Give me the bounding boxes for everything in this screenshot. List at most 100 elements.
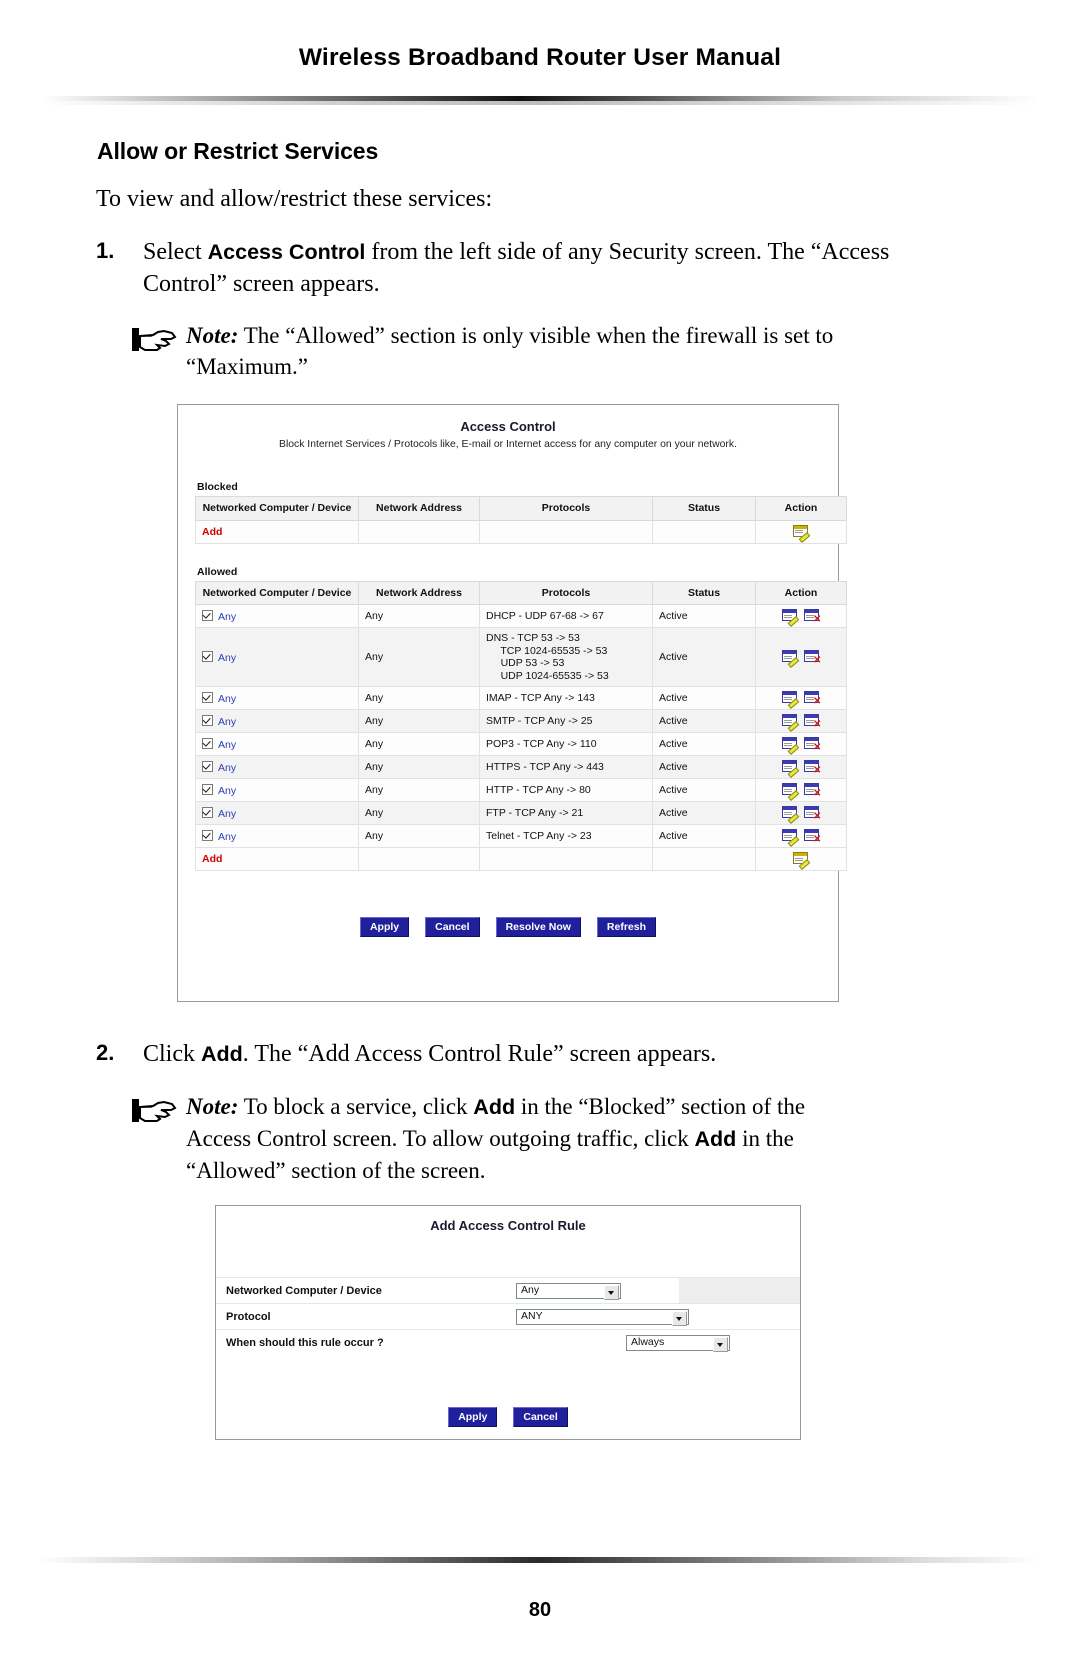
row-status: Active [652,824,756,849]
delete-icon[interactable]: ✕ [804,609,821,625]
cancel-button[interactable]: Cancel [425,917,480,938]
row-device-label: Any [218,807,237,820]
delete-icon[interactable]: ✕ [804,783,821,799]
form-row-device: Networked Computer / Device Any [216,1277,800,1303]
allowed-table-header-row: Networked Computer / Device Network Addr… [195,580,847,605]
note-1-text: The “Allowed” section is only visible wh… [186,323,834,379]
row-checkbox[interactable] [202,737,213,749]
edit-icon[interactable] [782,609,800,627]
allowed-add-row[interactable]: Add [195,847,847,872]
table-row: Any Any POP3 - TCP Any -> 110 Active ✕ [195,732,847,757]
table-row: Any Any SMTP - TCP Any -> 25 Active ✕ [195,709,847,734]
edit-icon[interactable] [782,829,800,848]
edit-icon[interactable] [782,650,800,669]
blocked-add-link[interactable]: Add [202,526,222,538]
step-2-note: Note: To block a service, click Add in t… [186,1091,846,1186]
label-when-should-rule-occur: When should this rule occur ? [226,1336,384,1349]
row-action-cell: ✕ [755,686,847,711]
row-network-address: Any [358,801,480,826]
allowed-add-link[interactable]: Add [202,853,222,865]
row-checkbox[interactable] [202,806,213,818]
delete-icon[interactable]: ✕ [804,829,821,845]
chevron-down-icon[interactable] [604,1284,619,1300]
edit-icon[interactable] [782,783,800,802]
add-rule-icon-allowed[interactable] [793,852,811,871]
row-network-address: Any [358,686,480,711]
row-protocols: SMTP - TCP Any -> 25 [479,709,653,734]
access-control-button-row: Apply Cancel Resolve Now Refresh [178,917,838,938]
blocked-add-protocols [479,519,653,544]
refresh-button[interactable]: Refresh [596,917,657,938]
table-row: Any Any Telnet - TCP Any -> 23 Active ✕ [195,824,847,849]
step-2-text: Click Add. The “Add Access Control Rule”… [143,1039,903,1071]
blocked-add-address [358,519,480,544]
edit-icon[interactable] [782,760,800,779]
row-status: Active [652,755,756,780]
note-2-part1: To block a service, click [238,1094,474,1119]
row-checkbox[interactable] [202,650,213,662]
delete-icon[interactable]: ✕ [804,760,821,776]
row-checkbox[interactable] [202,691,213,703]
select-protocol-value: ANY [521,1310,543,1322]
row-protocols: DHCP - UDP 67-68 -> 67 [479,604,653,628]
add-rule-apply-button[interactable]: Apply [448,1407,498,1427]
row-network-address: Any [358,824,480,849]
delete-icon[interactable]: ✕ [804,714,821,730]
chevron-down-icon-3[interactable] [713,1336,728,1352]
device-row-filler [679,1278,800,1303]
add-rule-icon[interactable] [793,524,811,543]
select-device-value: Any [521,1284,540,1296]
row-checkbox[interactable] [202,714,213,726]
apply-button[interactable]: Apply [359,917,410,938]
select-networked-computer-device[interactable]: Any [516,1282,621,1300]
row-protocols: FTP - TCP Any -> 21 [479,801,653,826]
blocked-col-device: Networked Computer / Device [195,496,359,521]
row-checkbox[interactable] [202,783,213,795]
blocked-add-row[interactable]: Add [195,519,847,544]
row-checkbox[interactable] [202,609,213,621]
page-number: 80 [528,1599,552,1621]
row-device-label: Any [218,715,237,728]
note-2-bold2: Add [694,1127,737,1151]
edit-icon[interactable] [782,737,800,756]
label-protocol: Protocol [226,1310,271,1323]
row-protocols: DNS - TCP 53 -> 53 TCP 1024-65535 -> 53 … [479,626,653,688]
allowed-col-address: Network Address [358,580,480,605]
table-row: Any Any IMAP - TCP Any -> 143 Active ✕ [195,686,847,711]
add-rule-cancel-button[interactable]: Cancel [513,1407,568,1427]
row-checkbox[interactable] [202,760,213,772]
note-2-bold1: Add [473,1095,516,1119]
note-2-label: Note: [186,1094,239,1119]
edit-icon[interactable] [782,806,800,825]
delete-icon[interactable]: ✕ [804,737,821,753]
allowed-col-protocols: Protocols [479,580,653,605]
allowed-section-label: Allowed [197,565,238,578]
edit-icon[interactable] [782,714,800,733]
access-control-title: Access Control [460,419,556,434]
row-status: Active [652,778,756,803]
step-1-number: 1. [96,238,115,263]
step-2-bold-term: Add [201,1042,243,1066]
row-device-label: Any [218,610,237,623]
row-device-label: Any [218,784,237,797]
section-heading: Allow or Restrict Services [97,138,379,164]
row-action-cell: ✕ [755,626,847,688]
row-device-label: Any [218,651,237,664]
row-checkbox[interactable] [202,829,213,841]
chevron-down-icon-2[interactable] [672,1310,687,1326]
allowed-col-status: Status [652,580,756,605]
allowed-col-action: Action [755,580,847,605]
row-action-cell: ✕ [755,755,847,780]
delete-icon[interactable]: ✕ [804,650,821,666]
select-protocol[interactable]: ANY [516,1308,689,1326]
edit-icon[interactable] [782,691,800,710]
select-schedule[interactable]: Always [626,1334,730,1352]
delete-icon[interactable]: ✕ [804,806,821,822]
row-protocols: POP3 - TCP Any -> 110 [479,732,653,757]
resolve-now-button[interactable]: Resolve Now [495,917,581,938]
table-row: Any Any DNS - TCP 53 -> 53 TCP 1024-65535 … [195,626,847,688]
delete-icon[interactable]: ✕ [804,691,821,707]
row-status: Active [652,626,756,688]
row-device-label: Any [218,830,237,843]
add-rule-title: Add Access Control Rule [430,1218,586,1233]
